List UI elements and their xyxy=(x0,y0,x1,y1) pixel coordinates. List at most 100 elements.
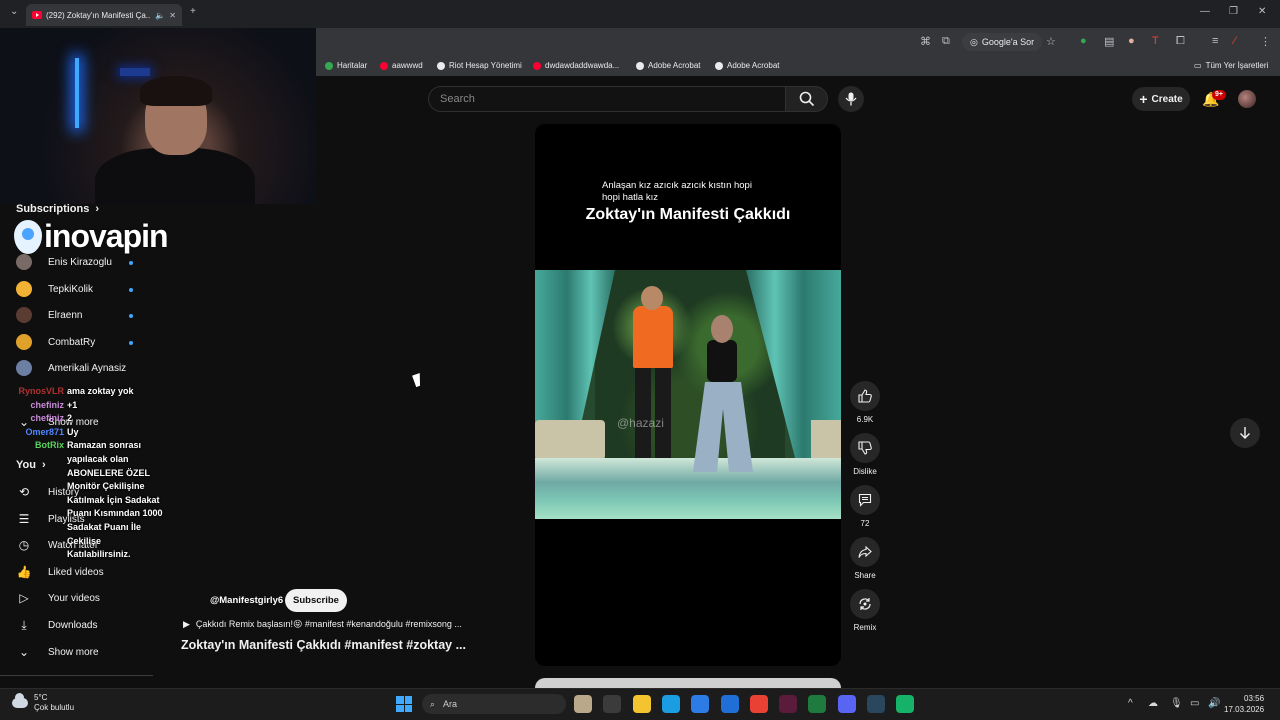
extensions-puzzle-icon[interactable]: ⧠ xyxy=(1176,35,1185,48)
menu-kebab-icon[interactable]: ⋮ xyxy=(1260,35,1271,48)
chat-text: 2 xyxy=(67,413,73,424)
mouse-cursor xyxy=(412,372,424,388)
chat-text: Uy xyxy=(67,426,79,437)
create-button[interactable]: + Create xyxy=(1132,87,1190,111)
subscribe-button[interactable]: Subscribe xyxy=(285,589,347,612)
extension-face-icon[interactable]: ● xyxy=(1128,35,1135,47)
sidebar-sub-amerikali-aynasiz[interactable]: Amerikali Aynasiz xyxy=(16,359,126,377)
weather-widget[interactable]: 5°C Çok bulutlu xyxy=(12,693,74,713)
taskbar-search-label: Ara xyxy=(443,699,458,709)
globe-icon xyxy=(715,61,723,70)
all-bookmarks[interactable]: ▭ Tüm Yer İşaretleri xyxy=(1194,61,1268,70)
volume-icon[interactable]: 🔊 xyxy=(1208,698,1220,709)
bookmark-2[interactable]: Riot Hesap Yönetimi xyxy=(437,61,522,70)
microphone-tray-icon[interactable]: 🎙 xyxy=(1170,698,1183,709)
tb-store[interactable] xyxy=(691,695,710,713)
voice-search-button[interactable] xyxy=(838,86,864,112)
tb-task-view[interactable] xyxy=(603,695,622,713)
chat-username: chefiniz xyxy=(30,413,64,424)
sidebar-sub-combatry[interactable]: CombatRy xyxy=(16,333,95,351)
shorts-player[interactable]: Anlaşan kız azıcık azıcık kıstın hopi ho… xyxy=(535,124,841,666)
tab-close-icon[interactable]: ✕ xyxy=(169,11,176,20)
minimize-icon[interactable]: — xyxy=(1200,6,1210,17)
speaker-icon[interactable]: 🔈 xyxy=(155,11,165,20)
thumbs-down-icon xyxy=(850,433,880,463)
share-button[interactable]: Share xyxy=(848,537,882,580)
bookmark-3[interactable]: dwdawdaddwawda... xyxy=(533,61,619,70)
profile-icon[interactable]: ∕ xyxy=(1234,35,1236,47)
extension-shield-icon[interactable]: ● xyxy=(1080,35,1087,47)
bookmark-label: Riot Hesap Yönetimi xyxy=(449,61,522,70)
search-button[interactable] xyxy=(785,86,828,112)
avatar xyxy=(16,281,32,297)
onedrive-icon[interactable]: ☁ xyxy=(1148,698,1158,709)
sidebar-sub-enis-kirazoglu[interactable]: Enis Kirazoglu xyxy=(16,253,112,271)
tb-edge[interactable] xyxy=(661,695,680,713)
ask-google-button[interactable]: ◎ Google'a Sor xyxy=(962,33,1043,51)
new-tab-icon[interactable]: + xyxy=(190,6,196,17)
channel-name[interactable]: @Manifestgirly6 xyxy=(210,595,283,606)
subscriptions-header[interactable]: Subscriptions › xyxy=(16,203,99,215)
restore-icon[interactable]: ❐ xyxy=(1229,6,1238,17)
chat-username: chefiniz xyxy=(30,399,64,410)
start-button[interactable] xyxy=(396,696,412,712)
sidebar-sub-tepkikolik[interactable]: TepkiKolik xyxy=(16,280,93,298)
sidebar-sub-elraenn[interactable]: Elraenn xyxy=(16,306,82,324)
remix-label: Remix xyxy=(853,623,877,632)
tb-steam[interactable] xyxy=(867,695,885,713)
tb-app-teal[interactable] xyxy=(896,695,915,713)
bookmark-5[interactable]: Adobe Acrobat xyxy=(715,61,779,70)
video-title[interactable]: Zoktay'ın Manifesti Çakkıdı #manifest #z… xyxy=(181,638,466,652)
bookmark-4[interactable]: Adobe Acrobat xyxy=(636,61,700,70)
tb-landscape-widget[interactable] xyxy=(574,695,592,713)
bookmark-0[interactable]: Haritalar xyxy=(325,61,367,70)
dancer-woman xyxy=(711,315,733,343)
notification-badge: 9+ xyxy=(1212,90,1226,100)
window-close-icon[interactable]: ✕ xyxy=(1258,6,1266,17)
riot-icon xyxy=(437,61,445,70)
tb-app-green[interactable] xyxy=(808,695,827,713)
tb-outlook[interactable] xyxy=(720,695,739,713)
bookmark-1[interactable]: aawwwd xyxy=(380,61,423,70)
bookmark-label: aawwwd xyxy=(392,61,423,70)
install-app-icon[interactable]: ⧉ xyxy=(942,35,950,48)
tb-discord[interactable] xyxy=(837,695,856,713)
tb-app-purple[interactable] xyxy=(779,695,798,713)
tb-chrome[interactable] xyxy=(749,695,768,713)
media-queue-icon[interactable]: ≡ xyxy=(1212,35,1218,47)
tb-file-explorer[interactable] xyxy=(632,695,651,713)
like-button[interactable]: 6.9K xyxy=(848,381,882,424)
sidebar-item-show-more[interactable]: ⌄ Show more xyxy=(16,643,99,661)
sub-name: TepkiKolik xyxy=(48,283,94,295)
scene-floor xyxy=(535,458,841,519)
avatar xyxy=(16,307,32,323)
extension-tp-icon[interactable]: T xyxy=(1152,35,1159,47)
taskbar-search[interactable]: ⌕ Ara xyxy=(422,694,566,714)
video-description[interactable]: ▶ Çakkıdı Remix başlasın!😝 #manifest #ke… xyxy=(183,619,462,630)
comments-button[interactable]: 72 xyxy=(848,485,882,528)
dislike-button[interactable]: Dislike xyxy=(848,433,882,476)
account-avatar[interactable] xyxy=(1238,90,1256,108)
youtube-favicon-icon xyxy=(32,11,42,19)
sidebar-item-liked-videos[interactable]: 👍 Liked videos xyxy=(16,563,104,581)
tab-search-icon[interactable]: ⌄ xyxy=(10,6,18,17)
browser-tab-active[interactable]: (292) Zoktay'ın Manifesti Ça... 🔈 ✕ xyxy=(26,4,182,26)
sidebar-item-your-videos[interactable]: ▷ Your videos xyxy=(16,589,100,607)
tray-chevron-icon[interactable]: ^ xyxy=(1128,698,1133,709)
search-input[interactable]: Search xyxy=(428,86,786,112)
sidebar-item-downloads[interactable]: ⤓ Downloads xyxy=(16,616,97,634)
extension-icon[interactable]: ▤ xyxy=(1104,35,1114,48)
stream-chat-overlay: RynosVLR ama zoktay yok chefiniz +1 chefin… xyxy=(16,385,166,562)
chat-text: ama zoktay yok xyxy=(67,386,134,396)
translate-icon[interactable]: ⌘ xyxy=(920,35,931,48)
bookmark-star-icon[interactable]: ☆ xyxy=(1046,35,1056,48)
comment-count: 72 xyxy=(860,519,870,528)
system-clock[interactable]: 03:56 17.03.2026 xyxy=(1224,693,1264,715)
network-icon[interactable]: ▭ xyxy=(1190,698,1199,709)
next-video-button[interactable] xyxy=(1230,418,1260,448)
remix-button[interactable]: Remix xyxy=(848,589,882,632)
led-light xyxy=(75,58,79,128)
new-content-dot xyxy=(129,341,133,345)
weather-text: Çok bulutlu xyxy=(34,703,75,712)
search-icon xyxy=(799,91,814,107)
